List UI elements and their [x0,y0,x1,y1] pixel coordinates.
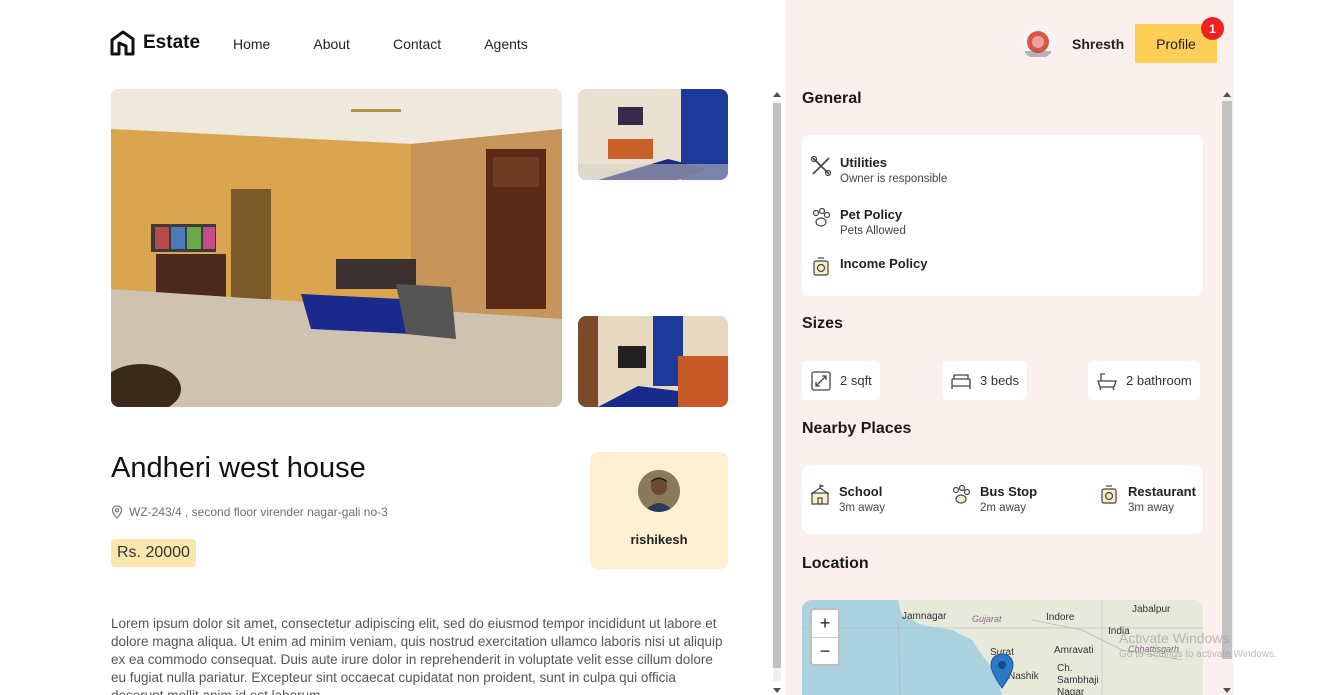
general-item-title: Pet Policy [840,207,903,222]
nav-contact[interactable]: Contact [393,36,441,52]
nearby-title: School [839,484,883,499]
school-icon [810,484,830,505]
nearby-distance: 3m away [839,502,886,514]
general-item-utilities: Utilities Owner is responsible [810,155,947,187]
property-title: Andheri west house [111,452,366,484]
size-label: 3 beds [980,373,1020,388]
bed-icon [951,373,971,389]
tools-icon [810,155,832,177]
zoom-in-button[interactable]: + [812,610,838,637]
nearby-item-school: School 3m away [809,484,885,516]
scroll-down-arrow-icon[interactable] [1223,688,1231,693]
user-name[interactable]: Shresth [1072,36,1124,52]
general-heading: General [802,90,862,107]
main-property-photo[interactable] [111,89,562,407]
map-marker-icon[interactable] [990,653,1014,689]
bus-icon [952,484,971,504]
general-item-pet-policy: Pet Policy Pets Allowed [810,207,906,239]
nav-about[interactable]: About [313,36,350,52]
nearby-item-restaurant: Restaurant 3m away [1098,484,1196,516]
nearby-title: Restaurant [1128,484,1196,499]
content-scrollbar[interactable] [771,89,783,695]
scrollbar-thumb[interactable] [773,103,781,668]
nav-home[interactable]: Home [233,36,270,52]
map-label: Indore [1046,612,1075,623]
nearby-heading: Nearby Places [802,420,912,437]
scroll-down-arrow-icon[interactable] [773,688,781,693]
sizes-heading: Sizes [802,315,843,332]
page: Estate Home About Contact Agents Andheri… [0,0,1344,695]
general-item-subtitle: Pets Allowed [840,225,906,237]
size-label: 2 bathroom [1126,373,1192,388]
size-bathroom: 2 bathroom [1088,361,1200,400]
general-card: Utilities Owner is responsible Pet Polic… [802,135,1203,296]
general-item-title: Utilities [840,155,887,170]
general-item-title: Income Policy [840,256,928,271]
map-label: Jamnagar [902,611,947,622]
nav-agents[interactable]: Agents [484,36,528,52]
notification-badge: 1 [1201,17,1224,40]
scroll-up-arrow-icon[interactable] [773,92,781,97]
price-badge: Rs. 20000 [111,539,196,567]
paw-icon [812,207,831,227]
agent-name: rishikesh [630,532,688,547]
nearby-distance: 2m away [980,502,1027,514]
user-avatar[interactable] [1021,25,1055,59]
agent-avatar [638,470,680,512]
address-text: WZ-243/4 , second floor virender nagar-g… [129,505,388,519]
activate-windows-watermark: Activate Windows [1119,630,1230,646]
nearby-card: School 3m away Bus Stop 2m away Restaura… [802,465,1203,534]
map-label: Jabalpur [1132,604,1171,615]
house-logo-icon [110,30,135,56]
general-item-income-policy: Income Policy [810,256,927,278]
bath-icon [1097,372,1117,390]
brand-name: Estate [143,32,201,53]
nearby-title: Bus Stop [980,484,1038,499]
panel-scrollbar[interactable] [1220,89,1234,695]
area-icon [811,370,831,391]
map-zoom-control: + − [810,608,840,666]
property-thumbnail-1[interactable] [578,89,728,180]
nearby-item-bus-stop: Bus Stop 2m away [950,484,1037,516]
size-label: 2 sqft [840,373,872,388]
size-beds: 3 beds [942,361,1028,400]
map-label: Amravati [1054,645,1094,656]
income-icon [813,257,829,276]
activate-windows-subtext: Go to Settings to activate Windows. [1119,649,1277,660]
location-map[interactable]: Jamnagar Gujarat Indore Jabalpur India S… [802,600,1203,695]
zoom-out-button[interactable]: − [812,637,838,664]
general-item-subtitle: Owner is responsible [840,173,948,185]
map-label: Ch. Sambhaji Nagar [1057,663,1099,695]
property-thumbnail-2[interactable] [578,316,728,407]
property-address: WZ-243/4 , second floor virender nagar-g… [111,505,388,519]
property-description: Lorem ipsum dolor sit amet, consectetur … [111,616,723,695]
restaurant-icon [1101,485,1117,504]
logo[interactable]: Estate [110,30,200,56]
map-label: Gujarat [972,614,1002,624]
scroll-up-arrow-icon[interactable] [1223,92,1231,97]
scrollbar-thumb[interactable] [1222,101,1232,659]
nearby-distance: 3m away [1128,502,1175,514]
main-nav: Home About Contact Agents [233,36,528,52]
size-area: 2 sqft [802,361,880,400]
location-pin-icon [111,505,123,519]
location-heading: Location [802,555,869,572]
agent-card[interactable]: rishikesh [590,452,728,569]
